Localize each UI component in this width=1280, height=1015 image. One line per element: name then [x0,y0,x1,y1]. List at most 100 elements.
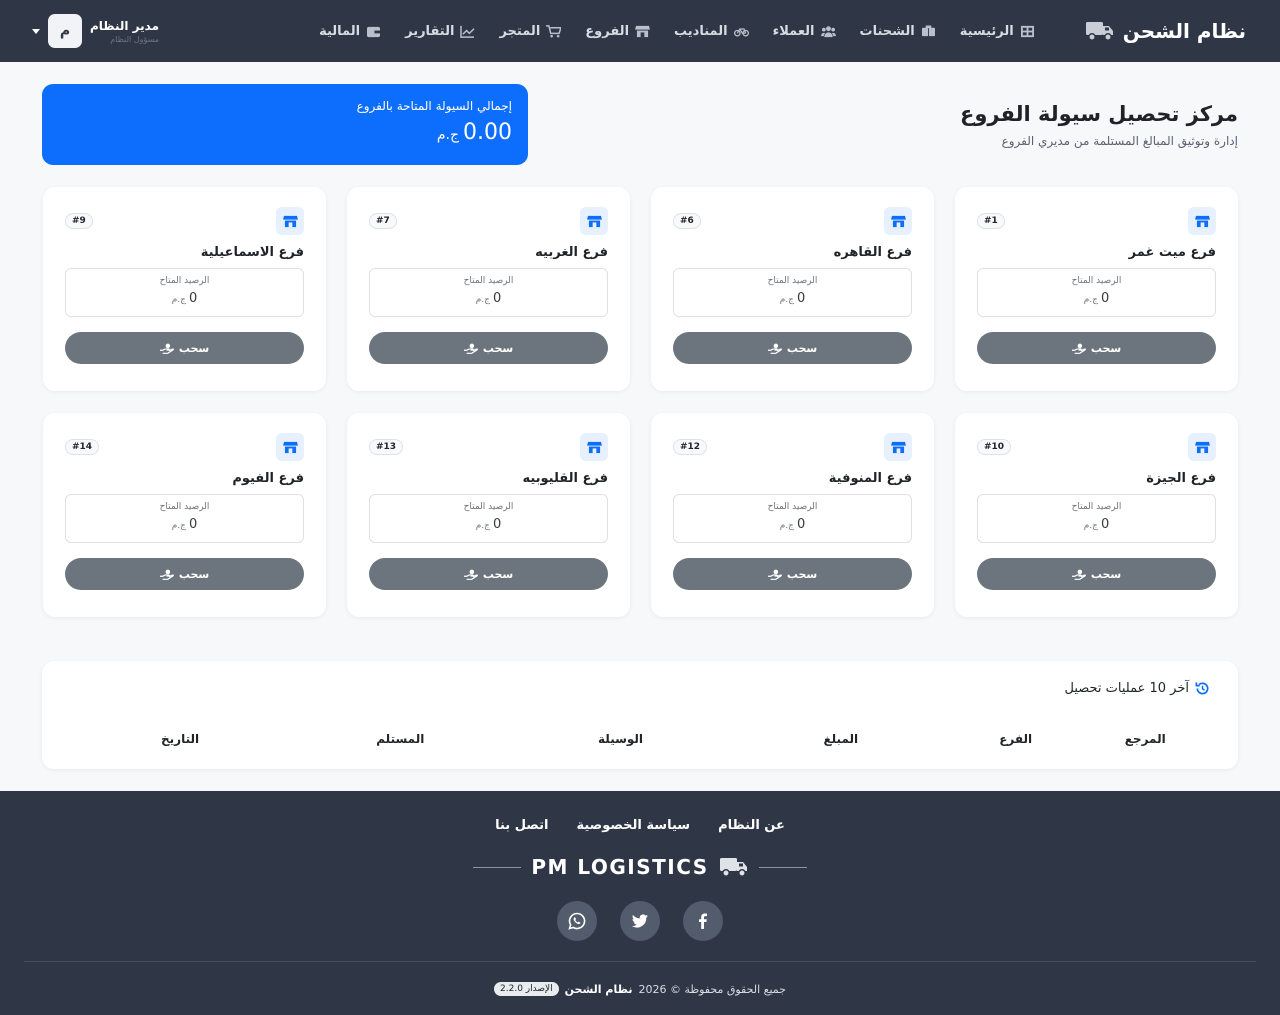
balance-value: 0 [1100,291,1110,306]
footer-link-contact[interactable]: اتصل بنا [495,818,548,833]
user-info: مدير النظام مسؤول النظام [90,19,159,44]
copyright: جميع الحقوق محفوظة © 2026 نظام الشحن الإ… [0,982,1280,996]
store-icon [276,433,304,461]
store-icon [580,207,608,235]
truck-icon [719,858,747,877]
hand-holding-dollar-icon [159,569,174,580]
branch-name: فرع القاهره [833,245,912,260]
top-navbar: نظام الشحن الرئيسية الشحنات العملاء المن… [0,0,1280,62]
whatsapp-icon [568,912,586,930]
total-label: إجمالي السيولة المتاحة بالفروع [356,99,512,113]
column-header: الوسيلة [598,732,644,746]
withdraw-button[interactable]: سحب [673,332,912,364]
column-header: المستلم [376,732,425,746]
branch-id-badge: #9 [65,213,93,229]
user-menu[interactable]: مدير النظام مسؤول النظام م [30,14,159,48]
branch-name: فرع المنوفية [828,471,912,486]
branch-card: #7 فرع الغربيه الرصيد المتاح 0 ج.م سحب [347,187,630,391]
caret-down-icon[interactable] [32,28,40,34]
balance-value: 0 [188,517,198,532]
withdraw-button[interactable]: سحب [977,558,1216,590]
balance-row: 0 ج.م [370,517,607,532]
main-content: مركز تحصيل سيولة الفروع إدارة وتوثيق الم… [0,62,1280,769]
branch-card-header: #6 [673,207,912,235]
user-role: مسؤول النظام [110,34,160,44]
footer-link-privacy[interactable]: سياسة الخصوصية [576,818,690,833]
store-icon [276,207,304,235]
withdraw-button[interactable]: سحب [65,558,304,590]
balance-value: 0 [492,517,502,532]
footer-links: عن النظام سياسة الخصوصية اتصل بنا [0,818,1280,833]
total-liquidity-card: إجمالي السيولة المتاحة بالفروع 0.00 ج.م [42,84,528,165]
divider [758,866,807,868]
balance-label: الرصيد المتاح [159,502,210,512]
whatsapp-link[interactable] [557,901,597,941]
brand[interactable]: نظام الشحن [1085,19,1246,43]
copyright-name: نظام الشحن [564,982,633,996]
avatar[interactable]: م [48,14,82,48]
nav-item-couriers[interactable]: المناديب [674,24,749,39]
history-icon [1195,682,1209,695]
balance-label: الرصيد المتاح [463,276,514,286]
nav-item-reports[interactable]: التقارير [405,24,475,39]
page-title: مركز تحصيل سيولة الفروع [960,102,1238,126]
withdraw-button[interactable]: سحب [369,332,608,364]
withdraw-label: سحب [786,341,818,355]
withdraw-label: سحب [1090,567,1122,581]
twitter-link[interactable] [620,901,660,941]
hand-holding-dollar-icon [463,569,478,580]
store-icon [884,433,912,461]
twitter-icon [632,914,648,928]
balance-currency: ج.م [779,521,794,531]
withdraw-button[interactable]: سحب [65,332,304,364]
facebook-link[interactable] [683,901,723,941]
branch-id-badge: #13 [369,439,404,455]
balance-value: 0 [492,291,502,306]
balance-row: 0 ج.م [978,291,1215,306]
balance-value: 0 [796,291,806,306]
column-header: الفرع [999,732,1033,746]
branch-card: #12 فرع المنوفية الرصيد المتاح 0 ج.م سحب [651,413,934,617]
nav-item-branches[interactable]: الفروع [585,24,650,39]
cart-icon [546,24,562,37]
nav-item-store[interactable]: المتجر [499,24,562,39]
nav-item-finance[interactable]: المالية [319,24,381,39]
withdraw-button[interactable]: سحب [673,558,912,590]
nav-item-label: المالية [319,23,361,39]
column-header: المبلغ [823,732,859,746]
total-value-row: 0.00 ج.م [58,120,512,145]
nav-links: الرئيسية الشحنات العملاء المناديب الفروع… [319,24,1035,39]
store-icon-graphic [890,441,906,453]
withdraw-button[interactable]: سحب [369,558,608,590]
store-icon [884,207,912,235]
nav-item-label: العملاء [772,23,815,39]
branch-card-header: #9 [65,207,304,235]
branch-card-header: #7 [369,207,608,235]
branch-id-badge: #10 [977,439,1012,455]
branch-card: #14 فرع الفيوم الرصيد المتاح 0 ج.م سحب [43,413,326,617]
wallet-icon [367,26,381,37]
branch-id-badge: #7 [369,213,397,229]
balance-value: 0 [796,517,806,532]
branch-card: #1 فرع ميت غمر الرصيد المتاح 0 ج.م سحب [955,187,1238,391]
balance-label: الرصيد المتاح [767,276,818,286]
balance-label: الرصيد المتاح [1071,502,1122,512]
transactions-title: آخر 10 عمليات تحصيل [70,681,1210,696]
nav-item-customers[interactable]: العملاء [773,24,836,39]
footer-link-about[interactable]: عن النظام [718,818,785,833]
column-header: التاريخ [161,732,200,746]
balance-currency: ج.م [475,295,490,305]
withdraw-label: سحب [1090,341,1122,355]
nav-item-home[interactable]: الرئيسية [960,24,1035,39]
withdraw-label: سحب [178,341,210,355]
version-badge: الإصدار 2.2.0 [494,982,559,996]
branch-id-badge: #1 [977,213,1005,229]
store-icon [1188,433,1216,461]
withdraw-button[interactable]: سحب [977,332,1216,364]
branch-card-header: #13 [369,433,608,461]
footer-brand-text: PM LOGISTICS [531,855,709,879]
nav-item-label: الفروع [585,23,630,39]
store-icon [580,433,608,461]
nav-item-shipments[interactable]: الشحنات [860,24,936,39]
withdraw-label: سحب [786,567,818,581]
